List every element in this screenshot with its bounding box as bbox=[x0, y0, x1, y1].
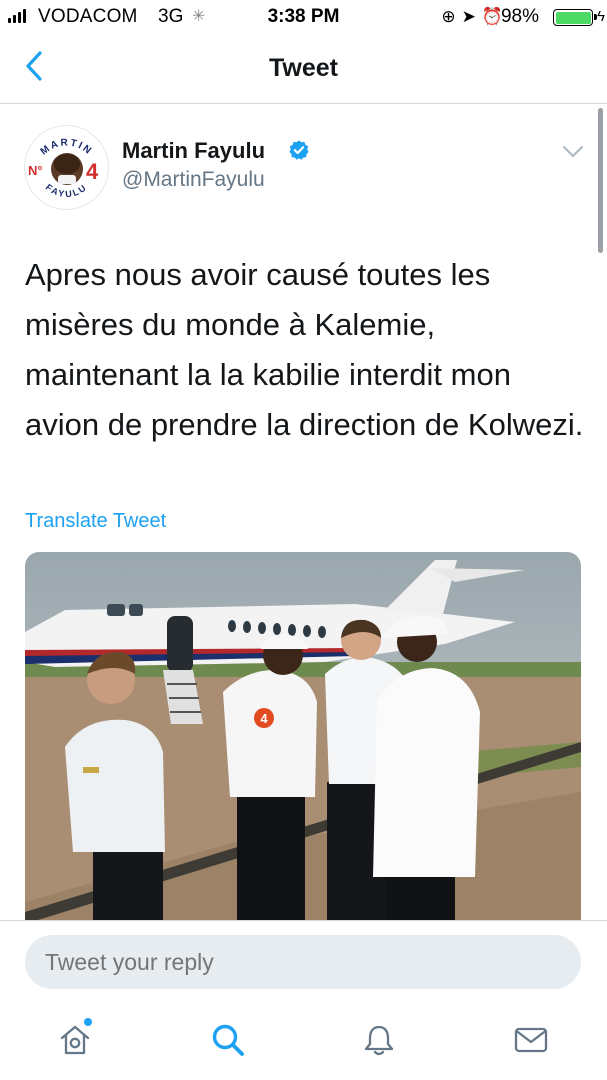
search-icon bbox=[212, 1024, 244, 1056]
tweet-detail: MARTIN FAYULU N° 4 Martin Fayulu @Martin… bbox=[0, 105, 607, 920]
status-icons: ⊕➤⏰ bbox=[441, 6, 509, 28]
tab-home[interactable] bbox=[55, 1017, 95, 1060]
home-notification-dot bbox=[83, 1017, 93, 1027]
avatar[interactable]: MARTIN FAYULU N° 4 bbox=[24, 125, 109, 210]
tab-notifications[interactable] bbox=[359, 1020, 399, 1060]
mail-icon bbox=[514, 1027, 548, 1053]
bell-icon bbox=[364, 1025, 394, 1056]
avatar-number-prefix: N° bbox=[28, 163, 43, 178]
tab-search[interactable] bbox=[208, 1020, 248, 1060]
page-title: Tweet bbox=[269, 54, 338, 82]
translate-tweet-link[interactable]: Translate Tweet bbox=[25, 510, 166, 533]
tweet-text: Apres nous avoir causé toutes les misère… bbox=[25, 257, 584, 442]
orientation-lock-icon: ⊕ bbox=[441, 7, 462, 26]
location-icon: ➤ bbox=[461, 7, 482, 26]
reply-input[interactable] bbox=[25, 935, 581, 989]
media-badge-number: 4 bbox=[260, 711, 268, 726]
chevron-down-icon[interactable] bbox=[562, 145, 584, 159]
charging-icon: ϟ bbox=[597, 8, 605, 25]
verified-badge-icon bbox=[289, 140, 309, 160]
author-handle[interactable]: @MartinFayulu bbox=[122, 168, 265, 192]
nav-header: Tweet bbox=[0, 34, 607, 104]
tab-bar bbox=[0, 1002, 607, 1080]
home-icon bbox=[60, 1025, 90, 1055]
battery-icon bbox=[553, 9, 597, 26]
tab-messages[interactable] bbox=[511, 1020, 551, 1060]
battery-percent: 98% bbox=[500, 6, 539, 27]
avatar-number: 4 bbox=[86, 159, 99, 184]
tweet-media-photo[interactable]: 4 bbox=[25, 552, 581, 920]
reply-bar bbox=[0, 920, 607, 1002]
scrollbar[interactable] bbox=[598, 108, 603, 253]
author-name[interactable]: Martin Fayulu bbox=[122, 138, 265, 164]
status-bar: VODACOM 3G ✳ 3:38 PM ⊕➤⏰ 98% ϟ bbox=[0, 0, 607, 34]
